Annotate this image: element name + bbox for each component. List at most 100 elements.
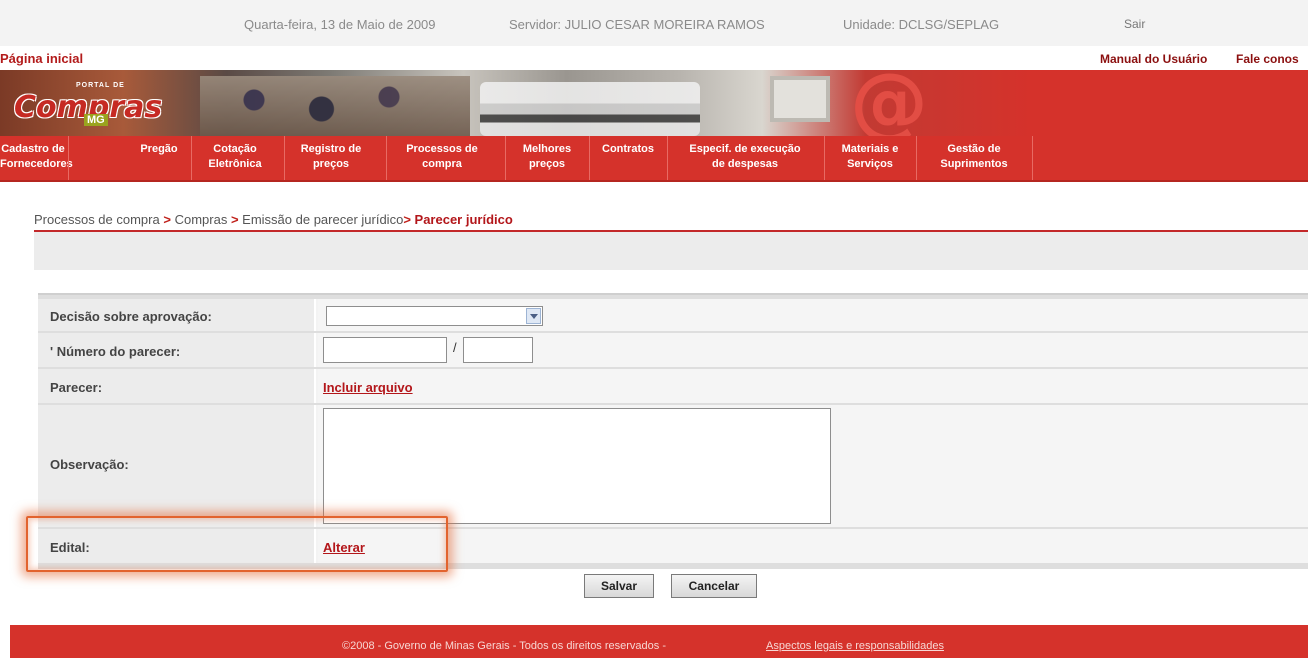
notice-label-cell: Edital: bbox=[38, 529, 316, 563]
opinion-value-cell: Incluir arquivo bbox=[318, 369, 1308, 403]
notice-label: Edital: bbox=[50, 540, 90, 555]
nav-label-line2: preços bbox=[312, 158, 350, 170]
computer-photo bbox=[770, 76, 830, 122]
nav-separator bbox=[284, 136, 285, 180]
nav-label-line2: compra bbox=[422, 158, 462, 170]
nav-separator bbox=[191, 136, 192, 180]
server-user: Servidor: JULIO CESAR MOREIRA RAMOS bbox=[509, 17, 765, 32]
nav-processos-compra[interactable]: Processos de compra bbox=[390, 142, 494, 172]
breadcrumb-emissao-parecer[interactable]: Emissão de parecer jurídico bbox=[242, 212, 403, 227]
logo-mg-text: MG bbox=[84, 114, 108, 126]
nav-melhores-precos[interactable]: Melhores preços bbox=[508, 142, 586, 172]
footer-copyright: ©2008 - Governo de Minas Gerais - Todos … bbox=[342, 640, 666, 652]
breadcrumb-processos-compra[interactable]: Processos de compra bbox=[34, 212, 160, 227]
chevron-down-icon[interactable] bbox=[526, 308, 541, 324]
nav-gestao-suprimentos[interactable]: Gestão de Suprimentos bbox=[920, 142, 1028, 172]
change-notice-link[interactable]: Alterar bbox=[323, 540, 365, 555]
toolbar-area bbox=[34, 232, 1308, 270]
at-symbol-icon: @ bbox=[850, 70, 928, 136]
breadcrumb-current: Parecer jurídico bbox=[414, 212, 513, 227]
nav-especif-execucao-despesas[interactable]: Especif. de execução de despesas bbox=[670, 142, 820, 172]
nav-bottom-line bbox=[0, 180, 1308, 182]
nav-contratos[interactable]: Contratos bbox=[592, 142, 664, 157]
breadcrumb: Processos de compra > Compras > Emissão … bbox=[34, 212, 513, 227]
nav-label-line1: Gestão de bbox=[947, 143, 1001, 155]
parecer-year-input[interactable] bbox=[463, 337, 533, 363]
main-nav: Cadastro de Fornecedores Pregão Cotação … bbox=[0, 136, 1308, 182]
number-row: ' Número do parecer: / bbox=[38, 333, 1308, 367]
observation-value-cell bbox=[318, 405, 1308, 527]
nav-label-line1: Registro de bbox=[300, 143, 362, 155]
nav-materiais-servicos[interactable]: Materiais e Serviços bbox=[826, 142, 914, 172]
current-date: Quarta-feira, 13 de Maio de 2009 bbox=[244, 17, 436, 32]
home-link[interactable]: Página inicial bbox=[0, 51, 83, 66]
nav-label-line1: Cadastro de bbox=[1, 143, 65, 155]
decision-label: Decisão sobre aprovação: bbox=[50, 309, 212, 324]
nav-separator bbox=[824, 136, 825, 180]
nav-separator bbox=[386, 136, 387, 180]
breadcrumb-compras[interactable]: Compras bbox=[175, 212, 228, 227]
decision-row: Decisão sobre aprovação: bbox=[38, 299, 1308, 331]
decision-select[interactable] bbox=[326, 306, 543, 326]
nav-separator bbox=[505, 136, 506, 180]
save-button[interactable]: Salvar bbox=[584, 574, 654, 598]
nav-label-line2: de despesas bbox=[711, 158, 779, 170]
police-cars-photo bbox=[480, 82, 700, 136]
observation-row: Observação: bbox=[38, 405, 1308, 527]
top-info-bar: Quarta-feira, 13 de Maio de 2009 Servido… bbox=[0, 0, 1308, 46]
nav-label-line1: Pregão bbox=[140, 143, 178, 155]
observation-label-cell: Observação: bbox=[38, 405, 316, 527]
logout-link[interactable]: Sair bbox=[1124, 17, 1145, 31]
opinion-label-cell: Parecer: bbox=[38, 369, 316, 403]
breadcrumb-separator: > bbox=[403, 212, 411, 227]
nav-separator bbox=[589, 136, 590, 180]
notice-value-cell: Alterar bbox=[318, 529, 1308, 563]
user-unit: Unidade: DCLSG/SEPLAG bbox=[843, 17, 1000, 32]
nav-separator bbox=[667, 136, 668, 180]
page-header: Página inicial Manual do Usuário Fale co… bbox=[0, 46, 1308, 70]
nav-label-line1: Especif. de execução bbox=[689, 143, 801, 155]
portal-compras-logo[interactable]: PORTAL DE Compras MG bbox=[12, 82, 202, 126]
observation-textarea[interactable] bbox=[323, 408, 831, 524]
nav-cotacao-eletronica[interactable]: Cotação Eletrônica bbox=[196, 142, 274, 172]
nav-label-line2: Serviços bbox=[847, 158, 893, 170]
nav-label-line2: Fornecedores bbox=[0, 158, 73, 170]
nav-label-line1: Processos de bbox=[406, 143, 478, 155]
logo-portal-text: PORTAL DE bbox=[76, 82, 125, 89]
nav-separator bbox=[1032, 136, 1033, 180]
nav-pregao[interactable]: Pregão bbox=[128, 142, 190, 157]
legal-link[interactable]: Aspectos legais e responsabilidades bbox=[766, 640, 944, 652]
opinion-label: Parecer: bbox=[50, 380, 103, 395]
decision-label-cell: Decisão sobre aprovação: bbox=[38, 299, 316, 331]
breadcrumb-separator: > bbox=[163, 212, 171, 227]
nav-separator bbox=[916, 136, 917, 180]
breadcrumb-separator: > bbox=[230, 212, 239, 227]
number-value-cell: / bbox=[318, 333, 1308, 367]
number-separator: / bbox=[453, 340, 457, 355]
parecer-form: Decisão sobre aprovação: ' Número do par… bbox=[38, 293, 1308, 569]
number-label: ' Número do parecer: bbox=[50, 344, 181, 359]
nav-label-line1: Cotação bbox=[213, 143, 257, 155]
nav-label-line2: Eletrônica bbox=[208, 158, 262, 170]
cancel-button[interactable]: Cancelar bbox=[671, 574, 757, 598]
include-file-link[interactable]: Incluir arquivo bbox=[323, 380, 413, 395]
nav-label-line2: preços bbox=[528, 158, 566, 170]
nav-label-line1: Materiais e bbox=[841, 143, 899, 155]
nav-label-line1: Contratos bbox=[602, 143, 654, 155]
decision-value-cell bbox=[318, 299, 1308, 331]
observation-label: Observação: bbox=[50, 457, 129, 472]
nav-separator bbox=[68, 136, 69, 180]
footer: ©2008 - Governo de Minas Gerais - Todos … bbox=[10, 625, 1308, 658]
banner: @ PORTAL DE Compras MG bbox=[0, 70, 1308, 136]
nav-cadastro-fornecedores[interactable]: Cadastro de Fornecedores bbox=[0, 142, 73, 172]
students-photo bbox=[200, 76, 470, 136]
parecer-number-input[interactable] bbox=[323, 337, 447, 363]
nav-label-line1: Melhores bbox=[522, 143, 572, 155]
contact-link[interactable]: Fale conos bbox=[1236, 52, 1299, 66]
nav-registro-precos[interactable]: Registro de preços bbox=[288, 142, 374, 172]
user-manual-link[interactable]: Manual do Usuário bbox=[1100, 52, 1207, 66]
nav-label-line2: Suprimentos bbox=[940, 158, 1008, 170]
opinion-row: Parecer: Incluir arquivo bbox=[38, 369, 1308, 403]
notice-row: Edital: Alterar bbox=[38, 529, 1308, 563]
number-label-cell: ' Número do parecer: bbox=[38, 333, 316, 367]
